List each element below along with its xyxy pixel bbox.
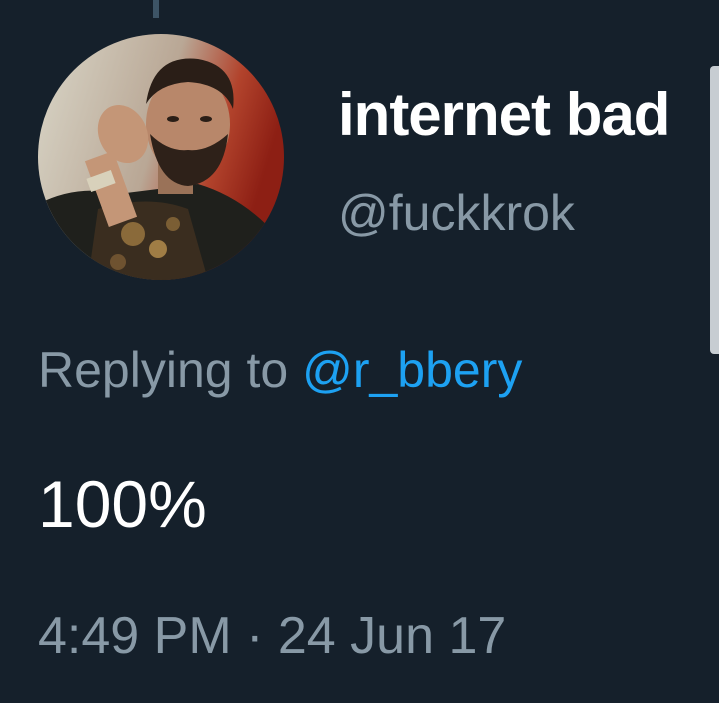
tweet-timestamp[interactable]: 4:49 PM · 24 Jun 17 (38, 606, 506, 666)
tweet-date: 24 Jun 17 (277, 607, 507, 665)
replying-to-prefix: Replying to (38, 342, 289, 398)
replying-to-link[interactable]: @r_bbery (302, 342, 522, 398)
avatar[interactable] (38, 34, 284, 280)
scrollbar[interactable] (710, 66, 719, 354)
tweet-time: 4:49 PM (38, 607, 232, 665)
replying-to-line: Replying to @r_bbery (38, 341, 522, 399)
display-name[interactable]: internet bad (338, 80, 719, 149)
tweet-text: 100% (38, 467, 207, 541)
thread-connector-line (153, 0, 159, 18)
timestamp-separator: · (246, 607, 264, 665)
user-handle[interactable]: @fuckkrok (338, 184, 575, 242)
avatar-photo (38, 34, 284, 280)
